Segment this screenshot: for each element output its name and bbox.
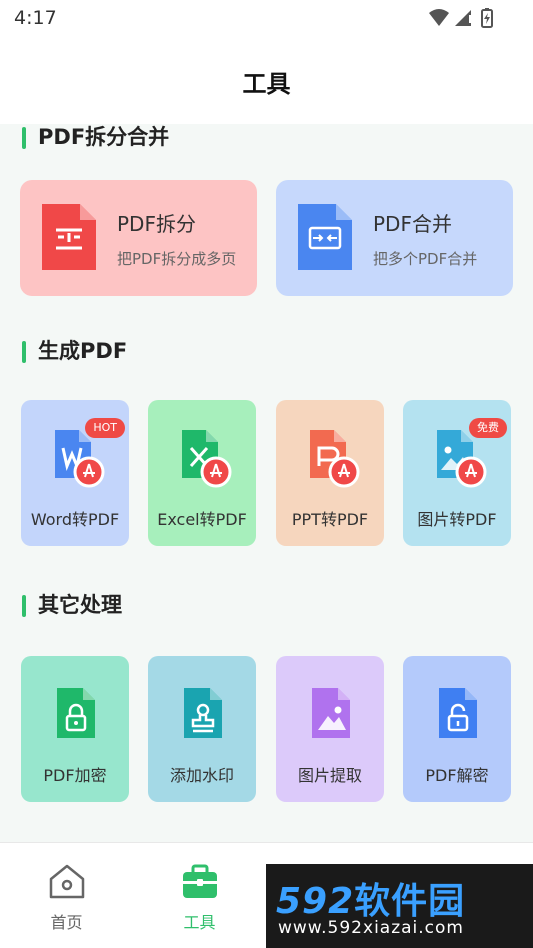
page-title: 工具 bbox=[242, 70, 291, 98]
add-watermark-card[interactable]: 添加水印 bbox=[148, 656, 256, 802]
free-badge: 免费 bbox=[469, 418, 507, 438]
pdf-encrypt-card[interactable]: PDF加密 bbox=[21, 656, 129, 802]
card-label: 图片提取 bbox=[297, 766, 362, 785]
card-name: PDF拆分 bbox=[117, 212, 196, 236]
word-to-pdf-card[interactable]: HOT Word转PDF bbox=[21, 400, 129, 546]
nav-label: 工具 bbox=[183, 913, 216, 932]
tools-content[interactable]: PDF拆分合并 PDF拆分 把PDF拆分成多页 PDF合并 把多个PDF合并 生… bbox=[0, 124, 533, 842]
nav-tools[interactable]: 工具 bbox=[133, 843, 266, 948]
card-label: Word转PDF bbox=[30, 510, 120, 529]
image-to-pdf-card[interactable]: 免费 图片转PDF bbox=[403, 400, 511, 546]
toolbox-icon bbox=[183, 864, 217, 898]
pdf-decrypt-card[interactable]: PDF解密 bbox=[403, 656, 511, 802]
pdf-split-icon bbox=[42, 204, 96, 270]
watermark-brand: 592软件园 bbox=[276, 881, 466, 922]
card-label: PDF加密 bbox=[43, 766, 107, 785]
excel-to-pdf-card[interactable]: Excel转PDF bbox=[148, 400, 256, 546]
pdf-merge-card[interactable]: PDF合并 把多个PDF合并 bbox=[276, 180, 513, 296]
stamp-doc-icon bbox=[184, 688, 222, 738]
ppt-to-pdf-card[interactable]: PPT转PDF bbox=[276, 400, 384, 546]
wifi-icon bbox=[429, 9, 449, 26]
lock-doc-icon bbox=[57, 688, 95, 738]
image-extract-card[interactable]: 图片提取 bbox=[276, 656, 384, 802]
card-label: PPT转PDF bbox=[291, 510, 369, 529]
card-desc: 把多个PDF合并 bbox=[373, 250, 478, 268]
card-label: 图片转PDF bbox=[417, 510, 497, 529]
nav-home[interactable]: 首页 bbox=[0, 843, 133, 948]
pdf-merge-icon bbox=[298, 204, 352, 270]
unlock-doc-icon bbox=[439, 688, 477, 738]
status-bar: 4:17 bbox=[0, 0, 533, 36]
word-doc-icon bbox=[55, 430, 105, 488]
nav-label: 首页 bbox=[50, 913, 83, 932]
watermark-url: www.592xiazai.com bbox=[278, 918, 464, 938]
ppt-doc-icon bbox=[310, 430, 360, 488]
excel-doc-icon bbox=[182, 430, 232, 488]
site-watermark: 592软件园 www.592xiazai.com bbox=[266, 864, 533, 948]
card-label: Excel转PDF bbox=[157, 510, 247, 529]
status-icons bbox=[429, 8, 493, 28]
card-label: 添加水印 bbox=[169, 766, 234, 785]
section-title-split-merge: PDF拆分合并 bbox=[22, 124, 169, 150]
section-title-generate: 生成PDF bbox=[22, 338, 127, 364]
home-icon bbox=[49, 864, 85, 899]
image-extract-icon bbox=[312, 688, 350, 738]
image-doc-icon bbox=[437, 430, 487, 488]
card-label: PDF解密 bbox=[425, 766, 489, 785]
section-title-other: 其它处理 bbox=[22, 592, 122, 618]
card-desc: 把PDF拆分成多页 bbox=[117, 250, 237, 268]
pdf-split-card[interactable]: PDF拆分 把PDF拆分成多页 bbox=[20, 180, 257, 296]
hot-badge: HOT bbox=[85, 418, 125, 438]
signal-icon bbox=[455, 10, 471, 26]
card-name: PDF合并 bbox=[373, 212, 452, 236]
status-time: 4:17 bbox=[14, 7, 57, 29]
app-header: 工具 bbox=[0, 36, 533, 124]
